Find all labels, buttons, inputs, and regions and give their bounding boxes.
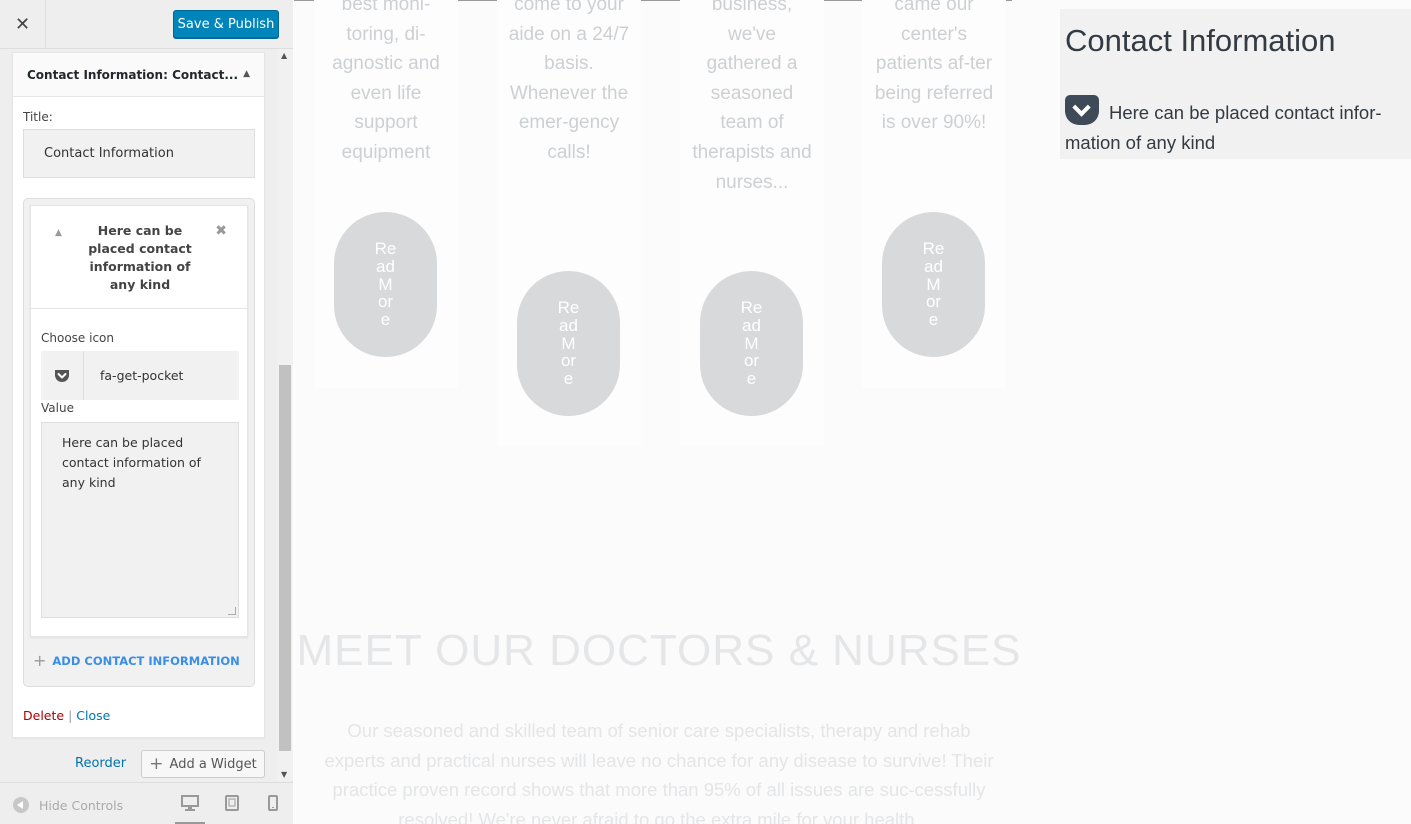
save-publish-button[interactable]: Save & Publish <box>173 10 279 38</box>
service-card: best moni-toring, di-agnostic and even l… <box>314 0 458 388</box>
close-link[interactable]: Close <box>76 708 110 723</box>
sidebar-scrollbar[interactable]: ▲ ▼ <box>277 49 293 781</box>
customizer-window: ✕ Save & Publish ▲ ▼ Contact Information… <box>0 0 1411 824</box>
desktop-preview-button[interactable] <box>175 795 205 824</box>
service-card: business, we've gathered a seasoned team… <box>680 0 824 446</box>
value-label: Value <box>41 401 74 415</box>
service-card: came our center's patients af-ter being … <box>862 0 1006 388</box>
site-preview: best moni-toring, di-agnostic and even l… <box>294 0 1411 824</box>
read-more-button[interactable]: Read More <box>334 212 437 357</box>
contact-information-text: Here can be placed contact infor-mation … <box>1065 102 1382 153</box>
collapse-arrow-icon[interactable]: ▲ <box>55 228 62 238</box>
tablet-preview-button[interactable] <box>217 795 247 815</box>
widget-title-sub: Contact... <box>172 68 239 82</box>
contact-information-preview: Contact Information Here can be placed c… <box>1060 9 1411 159</box>
value-text: Here can be placed contact information o… <box>62 435 201 490</box>
remove-item-icon[interactable]: ✖ <box>215 223 227 239</box>
arrow-left-circle-icon <box>13 797 29 813</box>
scroll-down-arrow-icon[interactable]: ▼ <box>281 770 287 779</box>
contact-item-title: Here can be placed contact information o… <box>88 223 192 292</box>
delete-link[interactable]: Delete <box>23 708 64 723</box>
contact-information-title: Contact Information <box>1065 23 1336 58</box>
scrollbar-thumb[interactable] <box>279 365 291 751</box>
service-card-text: come to your aide on a 24/7 basis. Whene… <box>508 0 630 163</box>
add-contact-information-button[interactable]: + ADD CONTACT INFORMATION <box>33 651 240 670</box>
section-description: Our seasoned and skilled team of senior … <box>324 720 994 824</box>
scroll-up-arrow-icon[interactable]: ▲ <box>281 51 287 60</box>
close-customizer-button[interactable]: ✕ <box>0 0 46 48</box>
service-card-text: business, we've gathered a seasoned team… <box>692 0 812 193</box>
contact-item-header[interactable]: ▲ Here can be placed contact information… <box>31 206 247 309</box>
icon-picker[interactable]: fa-get-pocket <box>41 351 239 400</box>
icon-preview <box>41 351 84 400</box>
add-widget-label: Add a Widget <box>169 756 257 772</box>
add-contact-label: ADD CONTACT INFORMATION <box>52 653 240 668</box>
contact-information-item: Here can be placed contact infor-mation … <box>1065 95 1411 157</box>
collapse-arrow-icon[interactable]: ▲ <box>243 69 250 79</box>
read-more-button[interactable]: Read More <box>882 212 985 357</box>
icon-name: fa-get-pocket <box>100 368 184 383</box>
value-textarea[interactable]: Here can be placed contact information o… <box>41 422 239 618</box>
customizer-sidebar: ✕ Save & Publish ▲ ▼ Contact Information… <box>0 0 293 824</box>
choose-icon-label: Choose icon <box>41 331 114 345</box>
desktop-icon <box>181 795 199 811</box>
contact-items-repeater: ▲ Here can be placed contact information… <box>23 198 255 687</box>
service-card-text: came our center's patients af-ter being … <box>874 0 994 134</box>
widget-header[interactable]: Contact Information: Contact... ▲ <box>13 53 264 97</box>
widget-actions: Delete | Close <box>23 708 110 723</box>
widget-title: Contact Information: Contact... <box>27 68 238 82</box>
title-input[interactable]: Contact Information <box>23 129 255 178</box>
mobile-preview-button[interactable] <box>258 795 288 815</box>
hide-controls-label: Hide Controls <box>39 797 124 813</box>
widget-title-main: Contact Information: <box>27 68 168 82</box>
service-card: come to your aide on a 24/7 basis. Whene… <box>497 0 641 446</box>
plus-icon: + <box>149 754 164 774</box>
reorder-link[interactable]: Reorder <box>75 756 126 771</box>
contact-item: ▲ Here can be placed contact information… <box>30 205 248 637</box>
contact-information-widget: Contact Information: Contact... ▲ Title:… <box>12 52 265 738</box>
get-pocket-icon <box>55 369 69 382</box>
read-more-button[interactable]: Read More <box>700 271 803 416</box>
tablet-icon <box>225 795 239 811</box>
section-title: MEET OUR DOCTORS & NURSES <box>296 626 1022 675</box>
mobile-icon <box>268 795 278 811</box>
service-card-text: best moni-toring, di-agnostic and even l… <box>332 0 440 163</box>
hide-controls-button[interactable]: Hide Controls <box>13 797 123 813</box>
plus-icon: + <box>33 651 47 670</box>
get-pocket-icon <box>1065 95 1099 125</box>
resize-handle[interactable] <box>228 607 236 615</box>
actions-separator: | <box>68 708 73 723</box>
add-widget-button[interactable]: + Add a Widget <box>141 750 265 778</box>
read-more-button[interactable]: Read More <box>517 271 620 416</box>
title-field-label: Title: <box>23 110 53 124</box>
sidebar-footer: Hide Controls <box>0 782 293 824</box>
sidebar-header: ✕ Save & Publish <box>0 0 293 49</box>
